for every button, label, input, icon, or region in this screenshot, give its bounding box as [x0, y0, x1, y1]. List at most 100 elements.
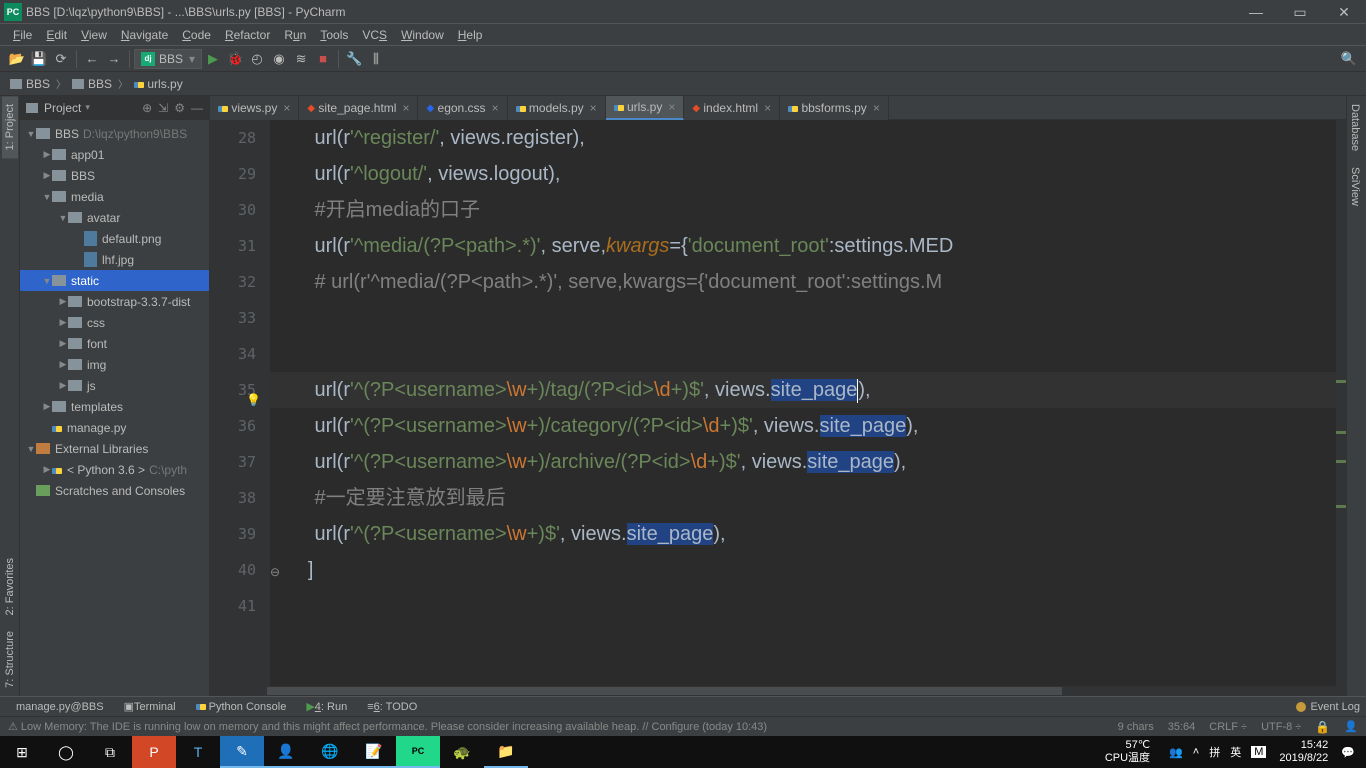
menu-refactor[interactable]: Refactor: [218, 28, 277, 42]
editor-tab[interactable]: ◆ site_page.html×: [299, 96, 418, 120]
tool-tab-structure[interactable]: 7: Structure: [2, 623, 18, 696]
taskbar-app-icon[interactable]: ✎: [220, 736, 264, 768]
taskbar-powerpoint-icon[interactable]: P: [132, 736, 176, 768]
editor-tab[interactable]: urls.py×: [606, 96, 685, 120]
expand-arrow-icon[interactable]: ▶: [58, 359, 68, 370]
fold-icon[interactable]: ⊖: [270, 565, 280, 579]
minimize-button[interactable]: —: [1234, 1, 1278, 23]
tool-tab-project[interactable]: 1: Project: [2, 96, 18, 158]
menu-view[interactable]: View: [74, 28, 114, 42]
close-tab-icon[interactable]: ×: [764, 101, 771, 115]
code-line[interactable]: url(r'^(?P<username>\w+)/archive/(?P<id>…: [270, 444, 1336, 480]
code-line[interactable]: [270, 336, 1336, 372]
code-line[interactable]: [270, 588, 1336, 624]
menu-code[interactable]: Code: [175, 28, 218, 42]
editor-tab[interactable]: models.py×: [508, 96, 606, 120]
gutter-line-number[interactable]: 38: [210, 480, 256, 516]
code-editor[interactable]: url(r'^register/', views.register), url(…: [270, 120, 1336, 686]
expand-arrow-icon[interactable]: ▼: [26, 444, 36, 454]
target-icon[interactable]: ⊕: [142, 101, 152, 115]
gutter-line-number[interactable]: 39: [210, 516, 256, 552]
code-line[interactable]: url(r'^(?P<username>\w+)$', views.site_p…: [270, 516, 1336, 552]
gutter-line-number[interactable]: 30: [210, 192, 256, 228]
tree-item[interactable]: ▼media: [20, 186, 209, 207]
code-line[interactable]: #开启media的口子: [270, 192, 1336, 228]
expand-arrow-icon[interactable]: ▼: [58, 213, 68, 223]
code-line[interactable]: ⊖ ]: [270, 552, 1336, 588]
gutter-line-number[interactable]: 36: [210, 408, 256, 444]
cpu-temp-widget[interactable]: 57℃CPU温度: [1105, 739, 1150, 765]
collapse-icon[interactable]: ⇲: [158, 101, 168, 115]
tree-item[interactable]: manage.py: [20, 417, 209, 438]
cortana-icon[interactable]: ◯: [44, 736, 88, 768]
search-icon[interactable]: 🔍: [1338, 48, 1360, 70]
taskbar-chrome-icon[interactable]: 🌐: [308, 736, 352, 768]
menu-edit[interactable]: Edit: [39, 28, 74, 42]
debug-icon[interactable]: 🐞: [224, 48, 246, 70]
breadcrumb[interactable]: BBS: [68, 77, 116, 91]
profile-icon[interactable]: ◉: [268, 48, 290, 70]
tree-item[interactable]: ▶app01: [20, 144, 209, 165]
taskview-icon[interactable]: ⧉: [88, 736, 132, 768]
gutter-line-number[interactable]: 37: [210, 444, 256, 480]
run-config-selector[interactable]: dj BBS ▾: [134, 49, 202, 69]
tree-item[interactable]: ▼static: [20, 270, 209, 291]
ime-icon[interactable]: 拼: [1209, 744, 1220, 760]
code-line[interactable]: url(r'^(?P<username>\w+)/tag/(?P<id>\d+)…: [270, 372, 1336, 408]
taskbar-app-icon[interactable]: 🐢: [440, 736, 484, 768]
close-tab-icon[interactable]: ×: [402, 101, 409, 115]
expand-arrow-icon[interactable]: ▼: [42, 192, 52, 202]
tree-item[interactable]: ▶< Python 3.6 >C:\pyth: [20, 459, 209, 480]
gutter-line-number[interactable]: 41: [210, 588, 256, 624]
ime-lang-icon[interactable]: 英: [1230, 744, 1241, 760]
lock-icon[interactable]: 🔒: [1315, 720, 1330, 734]
expand-arrow-icon[interactable]: ▶: [58, 380, 68, 391]
taskbar-explorer-icon[interactable]: 📁: [484, 736, 528, 768]
event-log-button[interactable]: Event Log: [1296, 701, 1360, 713]
breadcrumb[interactable]: urls.py: [130, 77, 187, 91]
taskbar-app-icon[interactable]: 👤: [264, 736, 308, 768]
structure-icon[interactable]: ⫼: [365, 48, 387, 70]
menu-help[interactable]: Help: [451, 28, 490, 42]
tray-people-icon[interactable]: 👥: [1169, 746, 1183, 759]
expand-arrow-icon[interactable]: ▶: [58, 317, 68, 328]
gutter-line-number[interactable]: 33: [210, 300, 256, 336]
gutter-line-number[interactable]: 40: [210, 552, 256, 588]
expand-arrow-icon[interactable]: ▼: [42, 276, 52, 286]
gear-icon[interactable]: ⚙: [174, 101, 185, 115]
open-icon[interactable]: 📂: [6, 48, 28, 70]
action-center-icon[interactable]: 💬: [1341, 746, 1355, 759]
start-button[interactable]: ⊞: [0, 736, 44, 768]
status-caret-pos[interactable]: 35:64: [1168, 721, 1196, 733]
code-line[interactable]: #一定要注意放到最后: [270, 480, 1336, 516]
forward-icon[interactable]: →: [103, 48, 125, 70]
tree-item[interactable]: ▶templates: [20, 396, 209, 417]
tree-item[interactable]: ▶img: [20, 354, 209, 375]
editor-tab[interactable]: views.py×: [210, 96, 299, 120]
code-line[interactable]: url(r'^media/(?P<path>.*)', serve,kwargs…: [270, 228, 1336, 264]
status-line-sep[interactable]: CRLF ÷: [1209, 721, 1247, 733]
status-message[interactable]: Low Memory: The IDE is running low on me…: [21, 721, 767, 733]
editor-tab[interactable]: ◆ egon.css×: [418, 96, 507, 120]
menu-tools[interactable]: Tools: [313, 28, 355, 42]
tree-item[interactable]: ▶font: [20, 333, 209, 354]
tree-item[interactable]: default.png: [20, 228, 209, 249]
hide-icon[interactable]: —: [191, 101, 203, 115]
bottom-tab-todo[interactable]: ≡ 6: TODO: [357, 701, 427, 713]
gutter-line-number[interactable]: 29: [210, 156, 256, 192]
code-line[interactable]: url(r'^register/', views.register),: [270, 120, 1336, 156]
bottom-tab-run[interactable]: ▶ 4: Run: [296, 700, 357, 713]
tool-tab-sciview[interactable]: SciView: [1347, 159, 1363, 214]
wrench-icon[interactable]: 🔧: [343, 48, 365, 70]
tree-item[interactable]: ▶bootstrap-3.3.7-dist: [20, 291, 209, 312]
breadcrumb[interactable]: BBS: [6, 77, 54, 91]
stop-icon[interactable]: ■: [312, 48, 334, 70]
run-icon[interactable]: ▶: [202, 48, 224, 70]
horizontal-scrollbar[interactable]: [210, 686, 1346, 696]
concurrency-icon[interactable]: ≋: [290, 48, 312, 70]
expand-arrow-icon[interactable]: ▶: [42, 464, 52, 475]
tree-item[interactable]: ▶js: [20, 375, 209, 396]
line-gutter[interactable]: 2829303132333435💡363738394041: [210, 120, 270, 686]
gutter-line-number[interactable]: 34: [210, 336, 256, 372]
tool-tab-favorites[interactable]: 2: Favorites: [2, 550, 18, 623]
